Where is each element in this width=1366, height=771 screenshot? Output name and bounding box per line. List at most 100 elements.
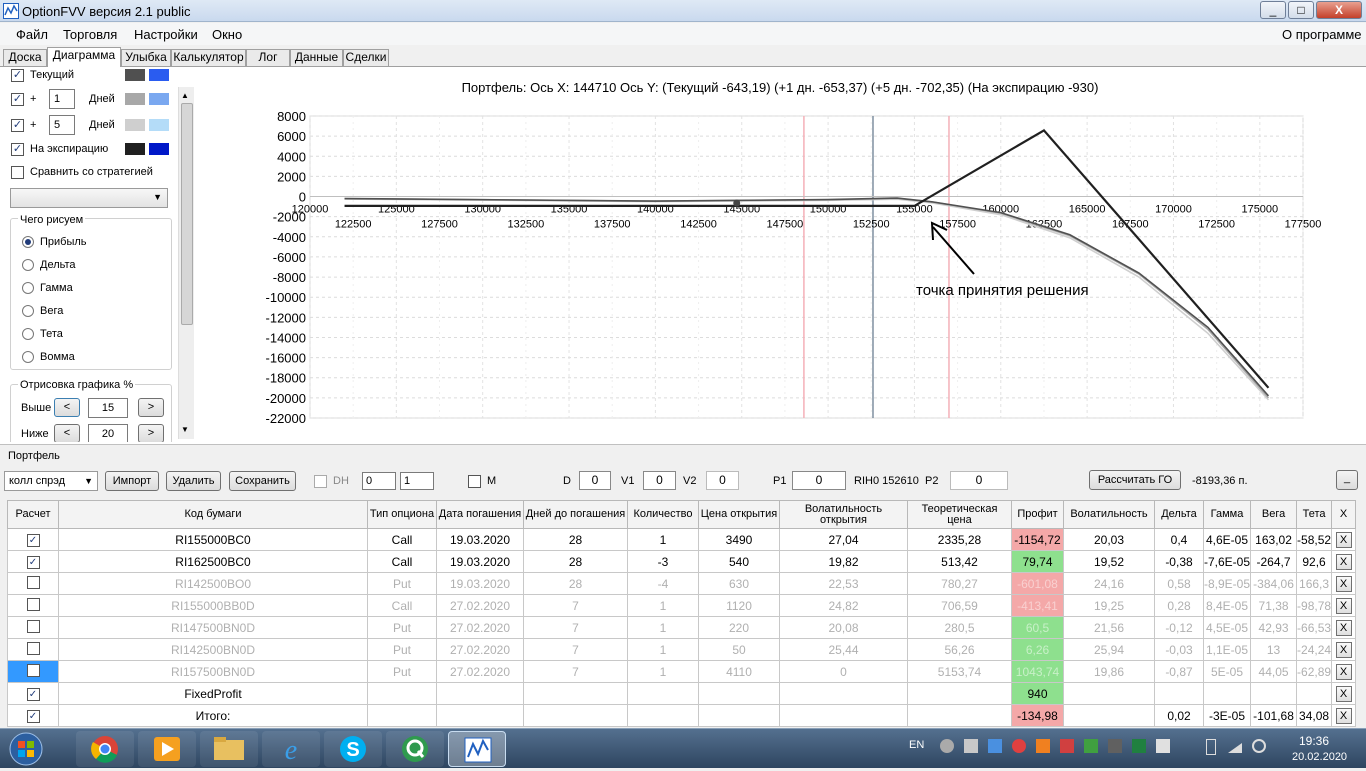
remove-row-button[interactable]: X	[1335, 597, 1352, 614]
plus5-color-2[interactable]	[149, 119, 169, 131]
start-button-icon[interactable]	[6, 731, 46, 767]
column-header[interactable]: Гамма	[1202, 500, 1252, 529]
plus1-color-2[interactable]	[149, 93, 169, 105]
plus1-color-1[interactable]	[125, 93, 145, 105]
row-checkbox[interactable]	[26, 619, 40, 633]
remove-row-button[interactable]: X	[1335, 619, 1352, 636]
remove-row-button[interactable]: X	[1335, 685, 1352, 702]
tray-icon-3[interactable]	[988, 739, 1002, 753]
tab-board[interactable]: Доска	[3, 49, 47, 66]
p1-field[interactable]: 0	[792, 471, 846, 490]
current-color-2[interactable]	[149, 69, 169, 81]
column-header[interactable]: Цена открытия	[698, 500, 780, 529]
collapse-button[interactable]: _	[1336, 470, 1358, 490]
explorer-taskbar-icon[interactable]	[200, 731, 258, 767]
radio-gamma[interactable]	[22, 282, 34, 294]
remove-row-button[interactable]: X	[1335, 575, 1352, 592]
row-calc-cell[interactable]	[7, 638, 59, 661]
skype-tray-icon[interactable]	[940, 739, 954, 753]
column-header[interactable]: Теоретическая цена	[907, 500, 1012, 529]
plus5-color-1[interactable]	[125, 119, 145, 131]
below-value[interactable]: 20	[88, 424, 128, 442]
row-checkbox[interactable]	[26, 597, 40, 611]
battery-icon[interactable]	[1206, 739, 1216, 755]
tray-icon-8[interactable]	[1108, 739, 1122, 753]
dh-checkbox[interactable]	[314, 475, 327, 488]
remove-row-button[interactable]: X	[1335, 663, 1352, 680]
below-prev-button[interactable]: <	[54, 424, 80, 442]
media-player-taskbar-icon[interactable]	[138, 731, 196, 767]
spin-2[interactable]: 1	[400, 472, 434, 490]
column-header[interactable]: Код бумаги	[58, 500, 368, 529]
tray-icon-2[interactable]	[964, 739, 978, 753]
menu-file[interactable]: Файл	[16, 27, 48, 42]
strategy-select[interactable]: колл спрэд ▼	[4, 471, 98, 491]
column-header[interactable]: Вега	[1250, 500, 1298, 529]
column-header[interactable]: Профит	[1011, 500, 1064, 529]
skype-taskbar-icon[interactable]: S	[324, 731, 382, 767]
row-calc-cell[interactable]	[7, 572, 59, 595]
language-indicator[interactable]: EN	[909, 739, 924, 751]
row-calc-cell[interactable]: ✓	[7, 528, 59, 551]
column-header[interactable]: Волатильность открытия	[779, 500, 908, 529]
tray-icon-5[interactable]	[1036, 739, 1050, 753]
tab-diagram[interactable]: Диаграмма	[47, 47, 121, 67]
expiry-color-2[interactable]	[149, 143, 169, 155]
remove-row-button[interactable]: X	[1335, 707, 1352, 724]
tray-icon-9[interactable]	[1132, 739, 1146, 753]
scroll-thumb[interactable]	[181, 103, 193, 325]
table-row[interactable]: ✓ RI162500BC0 Call 19.03.2020 28 -3 540 19,82 51…	[7, 550, 1357, 573]
current-checkbox[interactable]: ✓	[11, 69, 24, 82]
plus5-days-input[interactable]: 5	[49, 115, 75, 135]
row-checkbox[interactable]	[26, 575, 40, 589]
menu-about[interactable]: О программе	[1282, 27, 1362, 42]
row-checkbox[interactable]	[26, 663, 40, 677]
spin-1[interactable]: 0	[362, 472, 396, 490]
below-next-button[interactable]: >	[138, 424, 164, 442]
column-header[interactable]: Дата погашения	[436, 500, 524, 529]
clock-date[interactable]: 20.02.2020	[1292, 751, 1347, 763]
radio-profit[interactable]	[22, 236, 34, 248]
row-calc-cell[interactable]: ✓	[7, 550, 59, 573]
row-checkbox[interactable]: ✓	[26, 534, 40, 547]
system-tray-icons[interactable]	[1200, 739, 1270, 757]
column-header[interactable]: Дней до погашения	[523, 500, 628, 529]
save-button[interactable]: Сохранить	[229, 471, 296, 491]
flag-tray-icon[interactable]	[1156, 739, 1170, 753]
row-calc-cell[interactable]: ✓	[7, 704, 59, 727]
tab-calculator[interactable]: Калькулятор	[171, 49, 246, 66]
scroll-up-icon[interactable]: ▲	[181, 91, 189, 100]
d-field[interactable]: 0	[579, 471, 611, 490]
minimize-button[interactable]: _	[1260, 1, 1286, 19]
radio-vomma[interactable]	[22, 351, 34, 363]
row-calc-cell[interactable]	[7, 616, 59, 639]
above-next-button[interactable]: >	[138, 398, 164, 417]
column-header[interactable]: Тета	[1296, 500, 1333, 529]
remove-row-button[interactable]: X	[1335, 553, 1352, 570]
delete-button[interactable]: Удалить	[166, 471, 221, 491]
remove-row-button[interactable]: X	[1335, 531, 1352, 548]
table-row[interactable]: RI142500BN0D Put 27.02.2020 7 1 50 25,44 56,26 6…	[7, 638, 1357, 661]
tab-log[interactable]: Лог	[246, 49, 290, 66]
expiry-checkbox[interactable]: ✓	[11, 143, 24, 156]
tray-icon-6[interactable]	[1060, 739, 1074, 753]
current-color-1[interactable]	[125, 69, 145, 81]
menu-window[interactable]: Окно	[212, 27, 242, 42]
network-icon[interactable]	[1228, 743, 1242, 753]
strategy-compare-select[interactable]: ▼	[10, 188, 168, 208]
payoff-chart[interactable]: Портфель: Ось X: 144710 Ось Y: (Текущий …	[198, 72, 1366, 442]
maximize-button[interactable]: □	[1288, 1, 1314, 19]
table-row[interactable]: RI147500BN0D Put 27.02.2020 7 1 220 20,08 280,5…	[7, 616, 1357, 639]
scroll-down-icon[interactable]: ▼	[181, 425, 189, 434]
tray-icon-7[interactable]	[1084, 739, 1098, 753]
table-row[interactable]: RI157500BN0D Put 27.02.2020 7 1 4110 0 5153,74 1…	[7, 660, 1357, 683]
column-header[interactable]: Дельта	[1154, 500, 1204, 529]
radio-vega[interactable]	[22, 305, 34, 317]
p2-field[interactable]: 0	[950, 471, 1008, 490]
calc-go-button[interactable]: Рассчитать ГО	[1089, 470, 1181, 490]
row-checkbox[interactable]: ✓	[26, 688, 40, 701]
tray-icon-4[interactable]	[1012, 739, 1026, 753]
column-header[interactable]: Расчет	[7, 500, 59, 529]
radio-delta[interactable]	[22, 259, 34, 271]
row-calc-cell[interactable]	[7, 660, 59, 683]
